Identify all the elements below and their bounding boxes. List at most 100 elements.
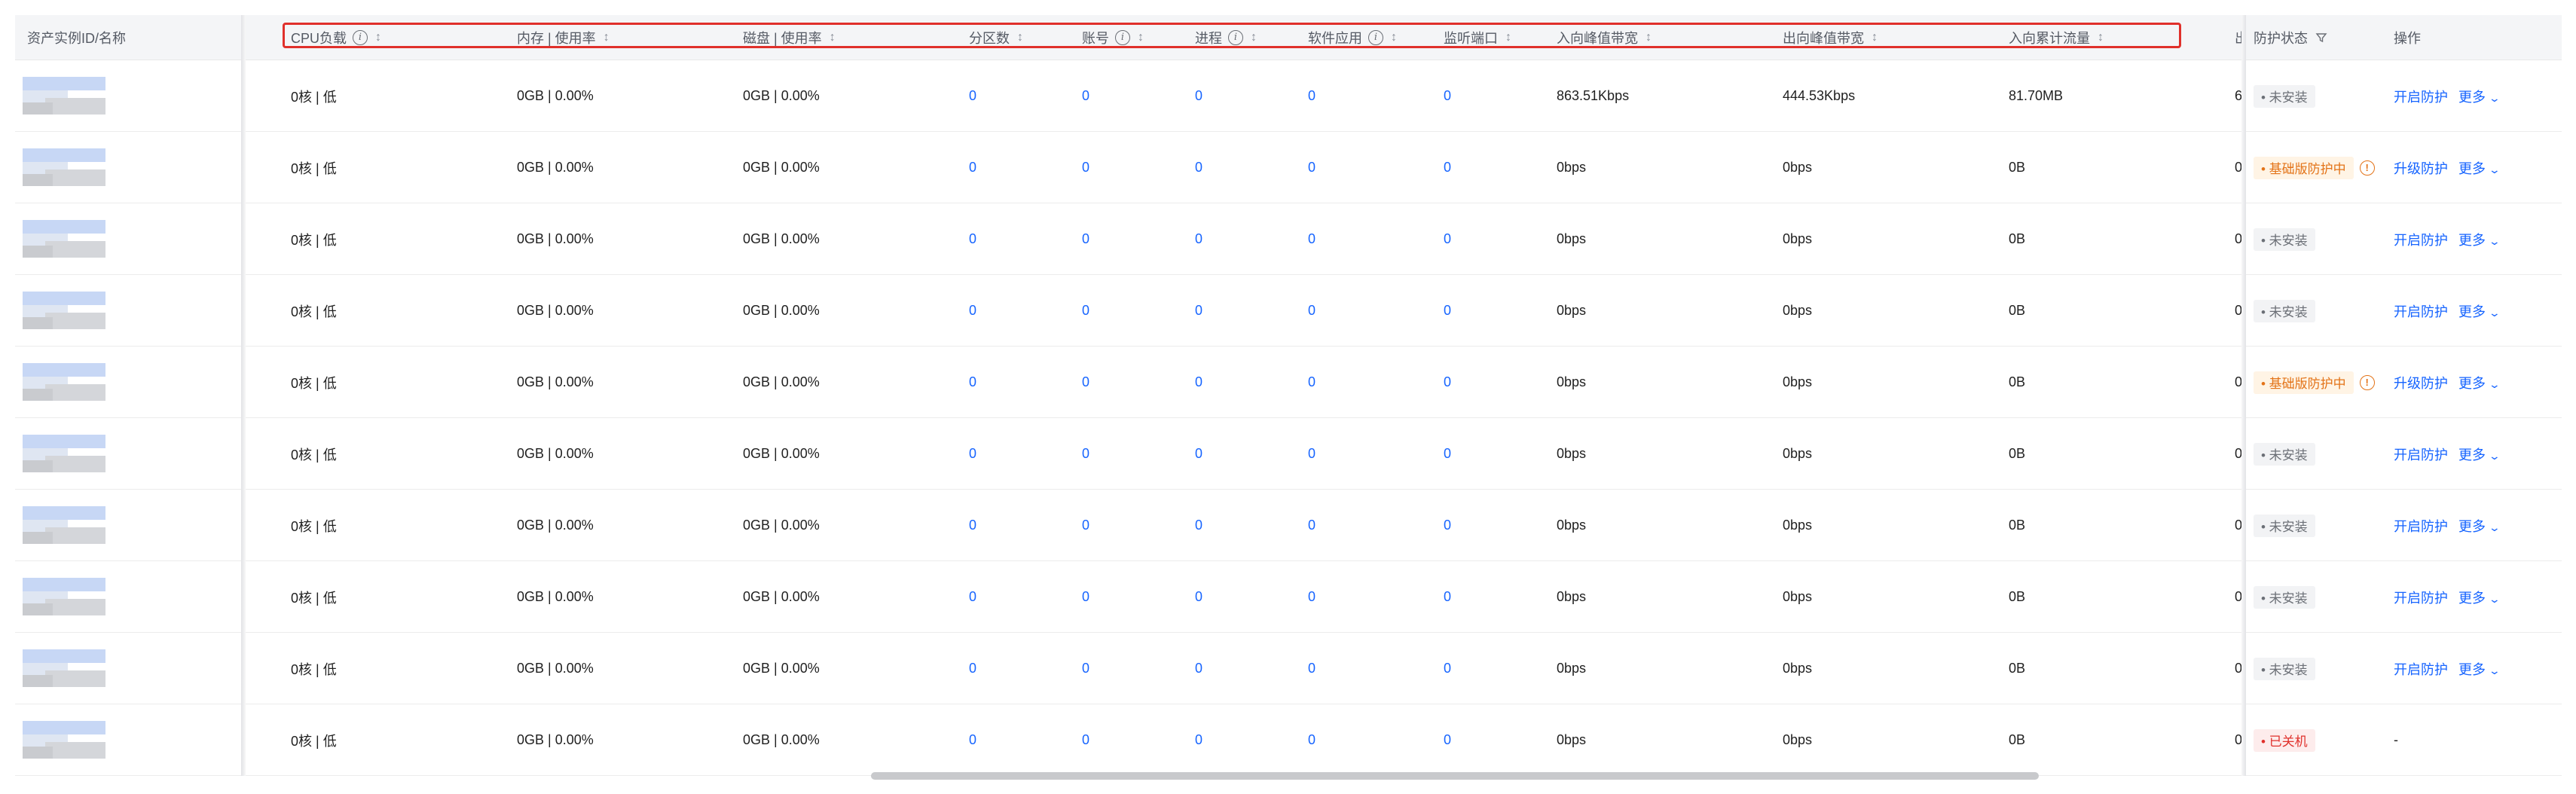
col-ports-header[interactable]: 监听端口 ↕	[1444, 15, 1511, 60]
col-in-peak-header[interactable]: 入向峰值带宽 ↕	[1557, 15, 1652, 60]
protect-action-link[interactable]: 升级防护	[2394, 373, 2448, 392]
more-dropdown[interactable]: 更多 ⌄	[2458, 301, 2501, 321]
protect-action-link[interactable]: 开启防护	[2394, 87, 2448, 106]
cell-ports[interactable]: 0	[1444, 561, 1451, 633]
cell-partitions[interactable]: 0	[969, 275, 976, 347]
sort-icon[interactable]: ↕	[1646, 31, 1652, 44]
more-dropdown[interactable]: 更多 ⌄	[2458, 87, 2501, 106]
cell-accounts[interactable]: 0	[1082, 132, 1089, 203]
cell-software[interactable]: 0	[1308, 347, 1316, 418]
col-cpu-header[interactable]: CPU负载 i ↕	[291, 15, 381, 60]
asset-name-masked[interactable]	[23, 220, 185, 259]
protect-action-link[interactable]: 升级防护	[2394, 158, 2448, 178]
col-processes-header[interactable]: 进程 i ↕	[1195, 15, 1257, 60]
cell-processes[interactable]: 0	[1195, 132, 1202, 203]
more-dropdown[interactable]: 更多 ⌄	[2458, 516, 2501, 536]
asset-name-masked[interactable]	[23, 506, 185, 545]
sort-icon[interactable]: ↕	[1872, 31, 1878, 44]
info-icon[interactable]: i	[353, 30, 368, 45]
cell-processes[interactable]: 0	[1195, 490, 1202, 561]
cell-processes[interactable]: 0	[1195, 275, 1202, 347]
cell-software[interactable]: 0	[1308, 490, 1316, 561]
cell-partitions[interactable]: 0	[969, 132, 976, 203]
cell-software[interactable]: 0	[1308, 60, 1316, 132]
more-dropdown[interactable]: 更多 ⌄	[2458, 373, 2501, 392]
sort-icon[interactable]: ↕	[1138, 31, 1144, 44]
cell-processes[interactable]: 0	[1195, 347, 1202, 418]
cell-processes[interactable]: 0	[1195, 704, 1202, 776]
cell-partitions[interactable]: 0	[969, 418, 976, 490]
sort-icon[interactable]: ↕	[1505, 31, 1511, 44]
info-icon[interactable]: i	[1115, 30, 1130, 45]
sort-icon[interactable]: ↕	[1391, 31, 1397, 44]
cell-partitions[interactable]: 0	[969, 561, 976, 633]
cell-partitions[interactable]: 0	[969, 347, 976, 418]
protect-action-link[interactable]: 开启防护	[2394, 588, 2448, 607]
cell-accounts[interactable]: 0	[1082, 704, 1089, 776]
sort-icon[interactable]: ↕	[2098, 31, 2104, 44]
cell-processes[interactable]: 0	[1195, 418, 1202, 490]
asset-name-masked[interactable]	[23, 578, 185, 617]
cell-ports[interactable]: 0	[1444, 60, 1451, 132]
cell-software[interactable]: 0	[1308, 418, 1316, 490]
cell-ports[interactable]: 0	[1444, 275, 1451, 347]
cell-ports[interactable]: 0	[1444, 418, 1451, 490]
cell-accounts[interactable]: 0	[1082, 203, 1089, 275]
warning-icon[interactable]: !	[2359, 374, 2375, 390]
cell-accounts[interactable]: 0	[1082, 633, 1089, 704]
asset-name-masked[interactable]	[23, 649, 185, 689]
col-protection-header[interactable]: 防护状态	[2254, 15, 2327, 60]
col-disk-header[interactable]: 磁盘 | 使用率 ↕	[743, 15, 836, 60]
scrollbar-thumb[interactable]	[871, 772, 2039, 780]
cell-software[interactable]: 0	[1308, 633, 1316, 704]
protect-action-link[interactable]: 开启防护	[2394, 230, 2448, 249]
col-partitions-header[interactable]: 分区数 ↕	[969, 15, 1023, 60]
warning-icon[interactable]: !	[2359, 160, 2375, 176]
cell-processes[interactable]: 0	[1195, 633, 1202, 704]
col-accounts-header[interactable]: 账号 i ↕	[1082, 15, 1144, 60]
cell-partitions[interactable]: 0	[969, 704, 976, 776]
col-memory-header[interactable]: 内存 | 使用率 ↕	[517, 15, 610, 60]
more-dropdown[interactable]: 更多 ⌄	[2458, 230, 2501, 249]
cell-accounts[interactable]: 0	[1082, 275, 1089, 347]
cell-accounts[interactable]: 0	[1082, 561, 1089, 633]
cell-partitions[interactable]: 0	[969, 633, 976, 704]
asset-name-masked[interactable]	[23, 721, 185, 760]
asset-name-masked[interactable]	[23, 148, 185, 188]
cell-ports[interactable]: 0	[1444, 203, 1451, 275]
cell-software[interactable]: 0	[1308, 275, 1316, 347]
cell-partitions[interactable]: 0	[969, 60, 976, 132]
asset-name-masked[interactable]	[23, 363, 185, 402]
cell-ports[interactable]: 0	[1444, 347, 1451, 418]
sort-icon[interactable]: ↕	[375, 31, 381, 44]
asset-name-masked[interactable]	[23, 77, 185, 116]
filter-icon[interactable]	[2315, 32, 2327, 44]
col-in-total-header[interactable]: 入向累计流量 ↕	[2009, 15, 2104, 60]
cell-accounts[interactable]: 0	[1082, 490, 1089, 561]
cell-processes[interactable]: 0	[1195, 203, 1202, 275]
sort-icon[interactable]: ↕	[1251, 31, 1257, 44]
cell-accounts[interactable]: 0	[1082, 60, 1089, 132]
col-out-peak-header[interactable]: 出向峰值带宽 ↕	[1783, 15, 1878, 60]
more-dropdown[interactable]: 更多 ⌄	[2458, 444, 2501, 464]
sort-icon[interactable]: ↕	[830, 31, 836, 44]
cell-processes[interactable]: 0	[1195, 561, 1202, 633]
cell-accounts[interactable]: 0	[1082, 347, 1089, 418]
cell-ports[interactable]: 0	[1444, 633, 1451, 704]
more-dropdown[interactable]: 更多 ⌄	[2458, 659, 2501, 679]
protect-action-link[interactable]: 开启防护	[2394, 444, 2448, 464]
cell-partitions[interactable]: 0	[969, 203, 976, 275]
asset-name-masked[interactable]	[23, 435, 185, 474]
col-software-header[interactable]: 软件应用 i ↕	[1308, 15, 1397, 60]
cell-partitions[interactable]: 0	[969, 490, 976, 561]
cell-software[interactable]: 0	[1308, 132, 1316, 203]
cell-accounts[interactable]: 0	[1082, 418, 1089, 490]
info-icon[interactable]: i	[1368, 30, 1383, 45]
cell-software[interactable]: 0	[1308, 203, 1316, 275]
protect-action-link[interactable]: 开启防护	[2394, 516, 2448, 536]
horizontal-scrollbar[interactable]	[246, 771, 2241, 781]
asset-name-masked[interactable]	[23, 292, 185, 331]
sort-icon[interactable]: ↕	[1017, 31, 1023, 44]
protect-action-link[interactable]: 开启防护	[2394, 659, 2448, 679]
cell-ports[interactable]: 0	[1444, 490, 1451, 561]
